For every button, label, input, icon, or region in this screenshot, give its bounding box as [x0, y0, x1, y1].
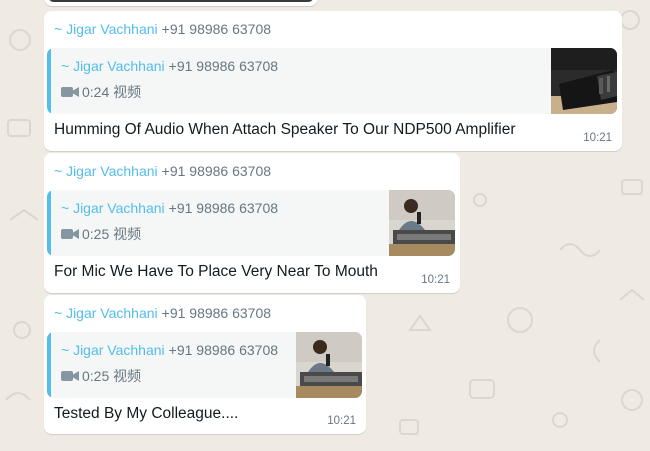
quote-media-duration: 0:25: [82, 226, 110, 242]
quote-media-label: 视频: [113, 226, 142, 242]
message-sender: ~ Jigar Vachhani +91 98986 63708: [54, 21, 271, 37]
quoted-message[interactable]: ~ Jigar Vachhani +91 98986 63708 0:25 视频: [47, 332, 362, 398]
quote-sender: ~ Jigar Vachhani +91 98986 63708: [61, 342, 278, 358]
quote-sender-name: ~ Jigar Vachhani: [61, 200, 165, 216]
sender-name[interactable]: ~ Jigar Vachhani: [54, 21, 158, 37]
sender-name[interactable]: ~ Jigar Vachhani: [54, 163, 158, 179]
sender-phone: +91 98986 63708: [161, 21, 272, 37]
video-camera-icon: [61, 87, 79, 97]
message-text: Humming Of Audio When Attach Speaker To …: [54, 121, 516, 138]
message-time: 10:21: [421, 274, 450, 286]
message-sender: ~ Jigar Vachhani +91 98986 63708: [54, 163, 271, 179]
previous-message-bubble: [44, 0, 318, 6]
sender-name[interactable]: ~ Jigar Vachhani: [54, 305, 158, 321]
quote-video-thumbnail[interactable]: [551, 48, 617, 114]
quote-media-duration: 0:24: [82, 84, 110, 100]
previous-message-media-strip: [48, 0, 314, 2]
quote-sender: ~ Jigar Vachhani +91 98986 63708: [61, 58, 278, 74]
quote-accent-bar: [47, 332, 51, 398]
message-bubble-3[interactable]: ~ Jigar Vachhani +91 98986 63708 ~ Jigar …: [44, 295, 366, 434]
message-sender: ~ Jigar Vachhani +91 98986 63708: [54, 305, 271, 321]
quoted-message[interactable]: ~ Jigar Vachhani +91 98986 63708 0:24 视频: [47, 48, 617, 114]
quote-media-duration: 0:25: [82, 368, 110, 384]
message-bubble-2[interactable]: ~ Jigar Vachhani +91 98986 63708 ~ Jigar …: [44, 153, 460, 293]
sender-phone: +91 98986 63708: [161, 163, 272, 179]
quote-media-info: 0:24 视频: [61, 82, 141, 102]
quote-media-info: 0:25 视频: [61, 224, 141, 244]
message-time: 10:21: [327, 415, 356, 427]
quote-media-info: 0:25 视频: [61, 366, 141, 386]
quote-sender: ~ Jigar Vachhani +91 98986 63708: [61, 200, 278, 216]
quote-media-label: 视频: [113, 84, 142, 100]
quote-accent-bar: [47, 48, 51, 114]
quote-sender-name: ~ Jigar Vachhani: [61, 342, 165, 358]
quoted-message[interactable]: ~ Jigar Vachhani +91 98986 63708 0:25 视频: [47, 190, 455, 256]
quote-sender-name: ~ Jigar Vachhani: [61, 58, 165, 74]
quote-video-thumbnail[interactable]: [296, 332, 362, 398]
video-camera-icon: [61, 229, 79, 239]
quote-video-thumbnail[interactable]: [389, 190, 455, 256]
quote-sender-phone: +91 98986 63708: [168, 342, 279, 358]
quote-sender-phone: +91 98986 63708: [168, 200, 279, 216]
video-camera-icon: [61, 371, 79, 381]
message-text: Tested By My Colleague....: [54, 405, 239, 422]
quote-accent-bar: [47, 190, 51, 256]
quote-media-label: 视频: [113, 368, 142, 384]
quote-sender-phone: +91 98986 63708: [168, 58, 279, 74]
message-bubble-1[interactable]: ~ Jigar Vachhani +91 98986 63708 ~ Jigar …: [44, 11, 622, 151]
message-text: For Mic We Have To Place Very Near To Mo…: [54, 263, 378, 280]
sender-phone: +91 98986 63708: [161, 305, 272, 321]
message-time: 10:21: [583, 132, 612, 144]
